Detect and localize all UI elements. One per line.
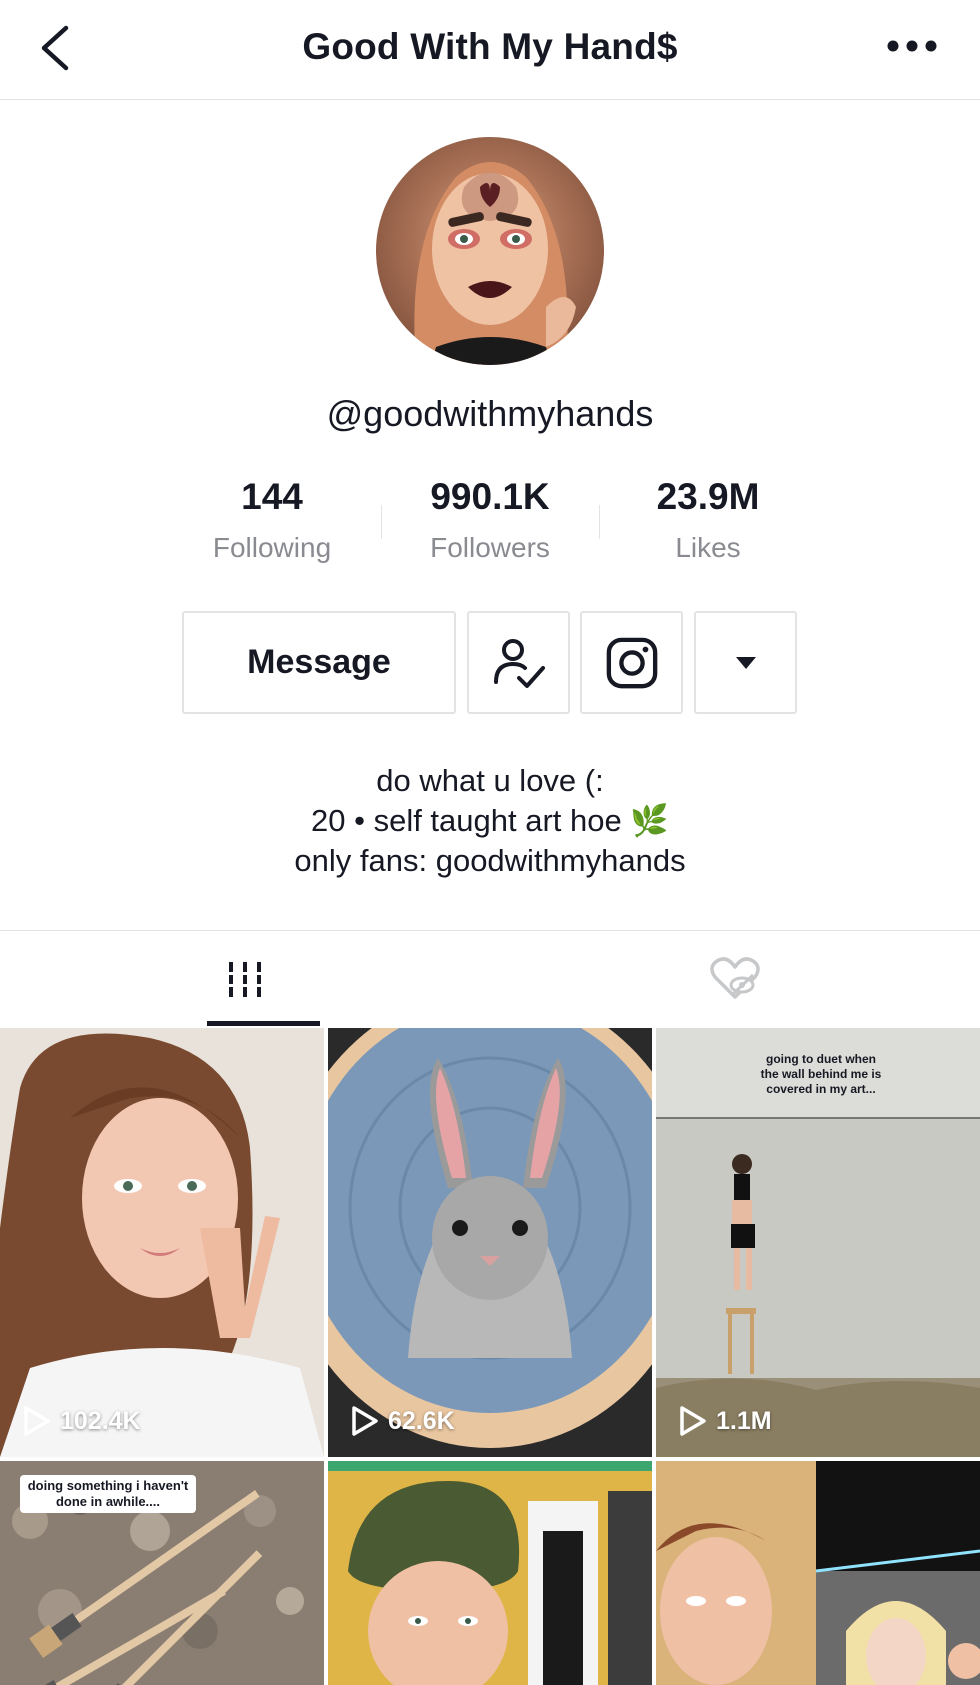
video-caption-overlay: doing something i haven't done in awhile… xyxy=(20,1475,196,1513)
stat-likes: 23.9M Likes xyxy=(599,476,817,564)
bio-line: only fans: goodwithmyhands xyxy=(294,843,686,878)
bio-line: do what u love (: xyxy=(376,763,604,798)
following-label: Following xyxy=(212,532,332,563)
view-count: 102.4K xyxy=(22,1405,141,1437)
followers-count: 990.1K xyxy=(430,476,550,517)
followers-label: Followers xyxy=(430,532,550,563)
video-thumbnail[interactable] xyxy=(656,1461,980,1685)
view-count-text: 1.1M xyxy=(716,1406,772,1435)
view-count: 62.6K xyxy=(350,1405,455,1437)
caret-down-icon xyxy=(735,656,756,669)
video-thumbnail[interactable]: 102.4K xyxy=(0,1028,324,1457)
hidden-heart-icon xyxy=(710,957,760,999)
stat-followers[interactable]: 990.1K Followers xyxy=(381,476,599,564)
video-thumbnail[interactable]: going to duet when the wall behind me is… xyxy=(656,1028,980,1457)
video-thumbnail[interactable]: doing something i haven't done in awhile… xyxy=(0,1461,324,1685)
message-button[interactable]: Message xyxy=(182,611,456,714)
play-icon xyxy=(352,1406,378,1436)
view-count-text: 62.6K xyxy=(388,1406,455,1435)
video-grid: 102.4K 62.6K going to duet when the wall… xyxy=(0,1028,980,1685)
stat-following[interactable]: 144 Following xyxy=(163,476,381,564)
active-tab-indicator xyxy=(207,1021,320,1026)
likes-count: 23.9M xyxy=(656,476,760,517)
tab-videos[interactable] xyxy=(0,931,490,1027)
bio-line: 20 • self taught art hoe 🌿 xyxy=(311,803,669,838)
view-count: 1.1M xyxy=(678,1405,772,1437)
profile-bio: do what u love (: 20 • self taught art h… xyxy=(0,761,980,881)
view-count-text: 102.4K xyxy=(60,1406,141,1435)
page-title: Good With My Hand$ xyxy=(302,26,678,67)
play-icon xyxy=(680,1406,706,1436)
profile-handle: @goodwithmyhands xyxy=(326,393,654,434)
video-thumbnail[interactable]: 62.6K xyxy=(328,1028,652,1457)
profile-tabs xyxy=(0,930,980,1027)
following-count: 144 xyxy=(241,476,303,517)
more-profile-options-button[interactable] xyxy=(694,611,797,714)
grid-icon xyxy=(229,962,261,997)
tab-liked[interactable] xyxy=(490,931,980,1027)
video-caption-overlay: going to duet when the wall behind me is… xyxy=(760,1052,882,1096)
instagram-icon xyxy=(606,637,657,688)
more-options-button[interactable] xyxy=(884,34,940,58)
play-icon xyxy=(24,1406,50,1436)
top-nav-bar: Good With My Hand$ xyxy=(0,0,980,100)
profile-avatar[interactable] xyxy=(376,137,604,365)
user-check-icon xyxy=(493,638,545,688)
video-thumbnail[interactable] xyxy=(328,1461,652,1685)
likes-label: Likes xyxy=(675,532,741,563)
ellipsis-icon xyxy=(887,40,937,52)
instagram-button[interactable] xyxy=(580,611,683,714)
following-status-button[interactable] xyxy=(467,611,570,714)
